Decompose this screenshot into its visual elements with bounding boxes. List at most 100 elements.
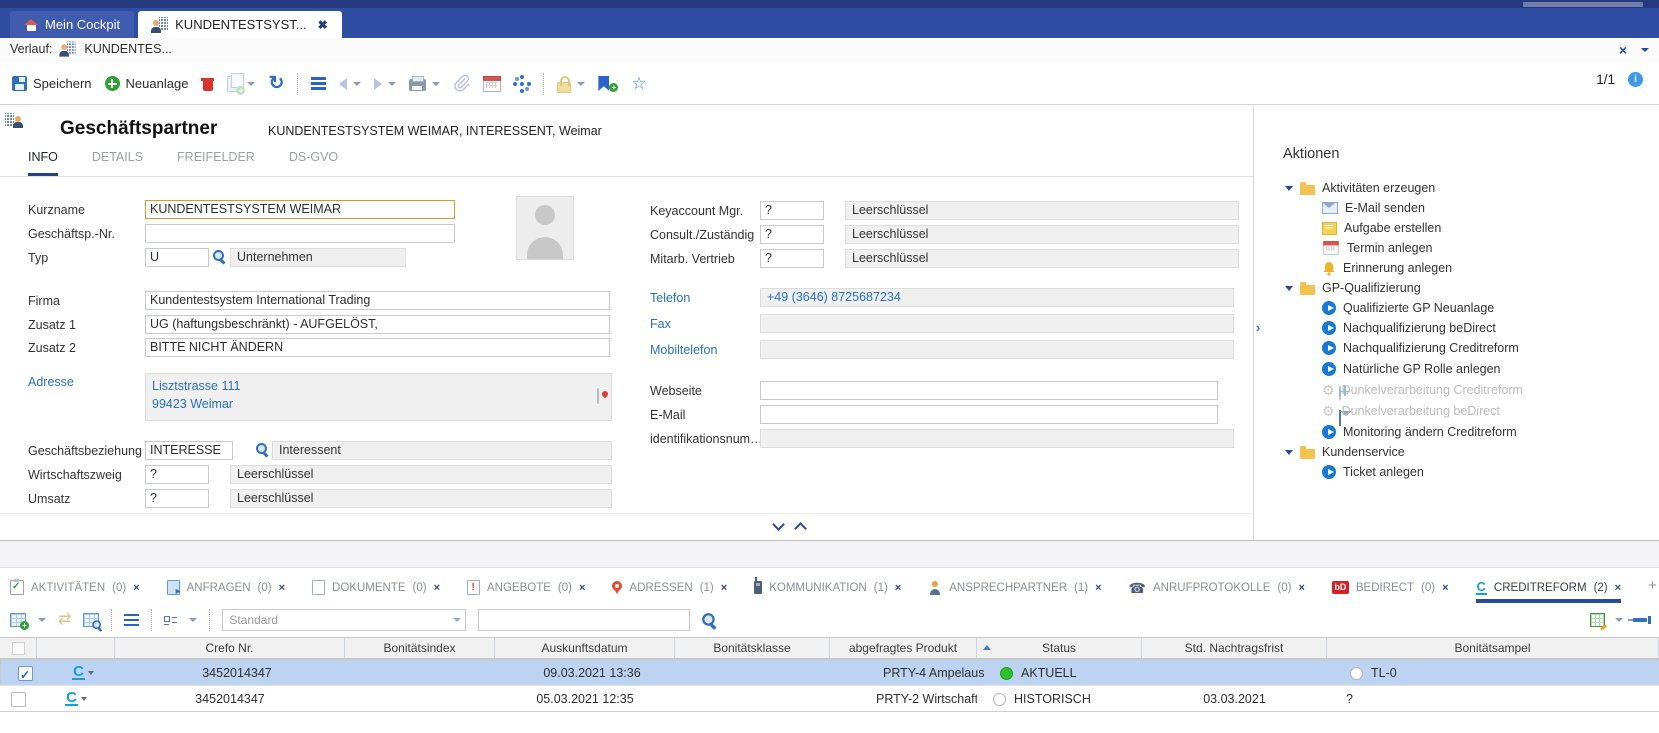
- column-header-bonitaetsampel[interactable]: Bonitätsampel: [1327, 638, 1659, 658]
- expand-form-chevron[interactable]: [794, 522, 807, 535]
- list-tab-angebote[interactable]: ANGEBOTE(0) ×: [467, 568, 585, 603]
- action-erinnerung-anlegen[interactable]: Erinnerung anlegen: [1322, 259, 1452, 277]
- action-group-aktivitaeten[interactable]: Aktivitäten erzeugen: [1285, 179, 1435, 197]
- pin-panel-icon[interactable]: [1633, 618, 1647, 622]
- mitarb-vertrieb-key-input[interactable]: [760, 249, 824, 268]
- window-tab-cockpit[interactable]: Mein Cockpit: [10, 11, 134, 38]
- view-options-dropdown-icon[interactable]: [189, 618, 197, 622]
- action-ticket-anlegen[interactable]: Ticket anlegen: [1322, 463, 1424, 481]
- navigate-back-button[interactable]: [339, 78, 361, 90]
- relations-button[interactable]: [520, 82, 524, 86]
- close-tab-icon[interactable]: ×: [579, 582, 585, 594]
- keyaccount-key-input[interactable]: [760, 201, 824, 220]
- back-dropdown-icon[interactable]: [353, 82, 361, 86]
- typ-lookup-icon[interactable]: [212, 249, 226, 263]
- navigate-forward-button[interactable]: [374, 78, 396, 90]
- list-tab-aktivitaeten[interactable]: AKTIVITÄTEN(0) ×: [10, 568, 140, 603]
- tab-dsgvo[interactable]: DS-GVO: [289, 150, 338, 176]
- action-termin-anlegen[interactable]: Termin anlegen: [1322, 239, 1432, 257]
- add-tab-button[interactable]: +: [1648, 577, 1657, 594]
- save-button[interactable]: Speichern: [12, 76, 92, 91]
- print-dropdown-icon[interactable]: [432, 82, 440, 86]
- telefon-link-label[interactable]: Telefon: [650, 289, 690, 308]
- history-dropdown-icon[interactable]: [1641, 48, 1649, 52]
- firma-input[interactable]: [145, 291, 610, 310]
- collapse-caret-icon[interactable]: [1285, 286, 1293, 291]
- search-icon[interactable]: [701, 612, 717, 628]
- column-header-produkt[interactable]: abgefragtes Produkt: [830, 638, 977, 658]
- horizontal-splitter[interactable]: [0, 541, 1659, 568]
- menu-button[interactable]: [311, 77, 326, 80]
- close-tab-icon[interactable]: ×: [895, 582, 901, 594]
- collapse-caret-icon[interactable]: [1285, 450, 1293, 455]
- print-button[interactable]: [409, 76, 440, 91]
- close-tab-icon[interactable]: ×: [133, 582, 139, 594]
- column-header-bonitaetsindex[interactable]: Bonitätsindex: [345, 638, 495, 658]
- mobiltelefon-link-label[interactable]: Mobiltelefon: [650, 341, 717, 360]
- gp-nr-input[interactable]: [145, 224, 455, 243]
- action-group-gp-qualifizierung[interactable]: GP-Qualifizierung: [1285, 279, 1421, 297]
- fax-link-label[interactable]: Fax: [650, 315, 671, 334]
- column-header-nachtragsfrist[interactable]: Std. Nachtragsfrist: [1142, 638, 1327, 658]
- sync-button[interactable]: ⇄: [58, 613, 71, 627]
- wirtschaftszweig-key-input[interactable]: [145, 465, 209, 484]
- calendar-button[interactable]: [483, 76, 501, 92]
- row-checkbox[interactable]: [18, 666, 33, 681]
- lock-dropdown-icon[interactable]: [577, 82, 585, 86]
- new-record-button[interactable]: Neuanlage: [105, 76, 189, 91]
- list-tab-ansprechpartner[interactable]: ANSPRECHPARTNER(1) ×: [928, 568, 1101, 603]
- collapse-panel-handle[interactable]: ›: [1256, 320, 1260, 335]
- select-all-header[interactable]: [0, 638, 37, 658]
- list-menu-button[interactable]: [124, 614, 139, 617]
- search-in-list-button[interactable]: [83, 613, 99, 627]
- column-header-status[interactable]: Status: [977, 638, 1142, 658]
- action-nachqualifizierung-creditreform[interactable]: Nachqualifizierung Creditreform: [1322, 339, 1519, 357]
- row-action-dropdown-icon[interactable]: [81, 697, 87, 701]
- tab-freifelder[interactable]: FREIFELDER: [177, 150, 255, 176]
- tab-details[interactable]: DETAILS: [92, 150, 143, 176]
- list-tab-dokumente[interactable]: DOKUMENTE(0) ×: [312, 568, 440, 603]
- list-tab-adressen[interactable]: ADRESSEN(1) ×: [612, 568, 727, 603]
- action-natuerliche-gp-rolle[interactable]: Natürliche GP Rolle anlegen: [1322, 360, 1501, 378]
- attachment-button[interactable]: [453, 75, 470, 92]
- table-row[interactable]: C 3452014347 09.03.2021 13:36 PRTY-4 Amp…: [0, 659, 1659, 687]
- history-item[interactable]: KUNDENTES...: [84, 42, 172, 56]
- table-settings-icon[interactable]: [1590, 613, 1605, 627]
- kurzname-input[interactable]: [145, 200, 455, 219]
- close-tab-icon[interactable]: ×: [1095, 582, 1101, 594]
- delete-button[interactable]: [201, 76, 214, 91]
- view-options-icon[interactable]: [164, 615, 177, 626]
- email-input[interactable]: [760, 405, 1218, 424]
- umsatz-key-input[interactable]: [145, 489, 209, 508]
- adresse-line1[interactable]: Lisztstrasse 111: [152, 377, 605, 395]
- action-email-senden[interactable]: E-Mail senden: [1322, 199, 1425, 217]
- view-select[interactable]: Standard: [222, 609, 466, 631]
- row-checkbox[interactable]: [11, 692, 26, 707]
- webseite-input[interactable]: [760, 381, 1218, 400]
- list-search-input[interactable]: [478, 609, 690, 631]
- zusatz2-input[interactable]: [145, 338, 610, 357]
- collapse-form-chevron[interactable]: [772, 518, 785, 531]
- row-action-dropdown-icon[interactable]: [88, 671, 94, 675]
- list-tab-kommunikation[interactable]: KOMMUNIKATION(1) ×: [754, 568, 901, 603]
- collapse-caret-icon[interactable]: [1285, 186, 1293, 191]
- adresse-link-label[interactable]: Adresse: [28, 373, 74, 392]
- close-tab-icon[interactable]: ×: [1615, 582, 1621, 594]
- column-header-bonitaetsklasse[interactable]: Bonitätsklasse: [675, 638, 830, 658]
- close-tab-icon[interactable]: ×: [1442, 582, 1448, 594]
- action-monitoring-aendern[interactable]: Monitoring ändern Creditreform: [1322, 423, 1517, 441]
- forward-dropdown-icon[interactable]: [388, 82, 396, 86]
- close-tab-icon[interactable]: ✖: [318, 18, 328, 32]
- list-tab-bedirect[interactable]: bD BEDIRECT(0) ×: [1332, 568, 1449, 603]
- table-row[interactable]: C 3452014347 05.03.2021 12:35 PRTY-2 Wir…: [0, 685, 1659, 712]
- new-entry-dropdown-icon[interactable]: [38, 618, 46, 622]
- list-tab-anfragen[interactable]: ANFRAGEN(0) ×: [167, 568, 285, 603]
- bookmark-add-button[interactable]: +: [598, 75, 618, 92]
- refresh-button[interactable]: ↻: [268, 76, 284, 92]
- geschaeftsbeziehung-lookup-icon[interactable]: [255, 442, 269, 456]
- favorite-button[interactable]: ☆: [631, 75, 646, 92]
- list-tab-anrufprotokolle[interactable]: ☎ ANRUFPROTOKOLLE(0) ×: [1129, 568, 1305, 603]
- history-close-icon[interactable]: ×: [1619, 41, 1627, 59]
- copy-record-button[interactable]: [227, 76, 255, 92]
- copy-dropdown-icon[interactable]: [247, 82, 255, 86]
